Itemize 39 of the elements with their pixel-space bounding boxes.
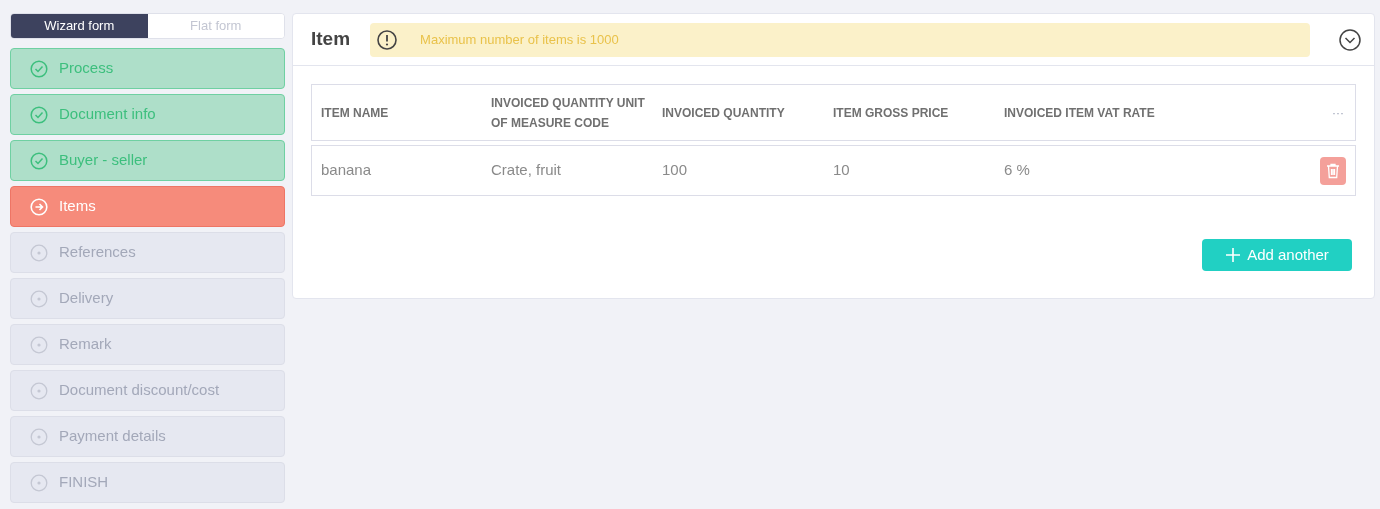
dot-circle-icon [30,335,48,354]
wizard-step[interactable]: Buyer - seller [10,140,285,181]
wizard-step[interactable]: Items [10,186,285,227]
dot-circle-icon [30,243,48,262]
collapse-icon[interactable] [1338,27,1362,52]
check-circle-icon [30,59,48,78]
dot-circle-icon [30,427,48,446]
wizard-step[interactable]: Document discount/cost [10,370,285,411]
add-another-button[interactable]: Add another [1202,239,1352,271]
wizard-step[interactable]: Process [10,48,285,89]
check-circle-icon [30,105,48,124]
column-header: INVOICED ITEM VAT RATE [1004,104,1156,122]
trash-icon [1326,162,1340,179]
panel-title: Item [311,27,351,52]
wizard-step[interactable]: Document info [10,94,285,135]
warning-icon [376,28,399,51]
column-menu[interactable]: ··· [1332,103,1346,122]
table-cell-text: 6 % [1004,160,1030,181]
column-header: ITEM NAME [321,104,390,122]
wizard-step[interactable]: Payment details [10,416,285,457]
table-cell-text: 100 [662,160,688,181]
column-header: INVOICED QUANTITY UNIT OF MEASURE CODE [491,94,646,132]
plus-icon [1225,247,1242,263]
table-cell-text: Crate, fruit [491,160,562,181]
table-cell-text: 10 [833,160,850,181]
dot-circle-icon [30,289,48,308]
arrow-circle-icon [30,197,48,216]
wizard-step[interactable]: FINISH [10,462,285,503]
wizard-step[interactable]: Remark [10,324,285,365]
wizard-step[interactable]: References [10,232,285,273]
notice-text: Maximum number of items is 1000 [420,30,619,49]
check-circle-icon [30,151,48,170]
dot-circle-icon [30,381,48,400]
wizard-step[interactable]: Delivery [10,278,285,319]
column-header: ITEM GROSS PRICE [833,104,950,122]
mode-tab[interactable]: Wizard form [11,14,148,38]
column-header: INVOICED QUANTITY [662,104,786,122]
table-cell-text: banana [321,160,372,181]
dot-circle-icon [30,473,48,492]
